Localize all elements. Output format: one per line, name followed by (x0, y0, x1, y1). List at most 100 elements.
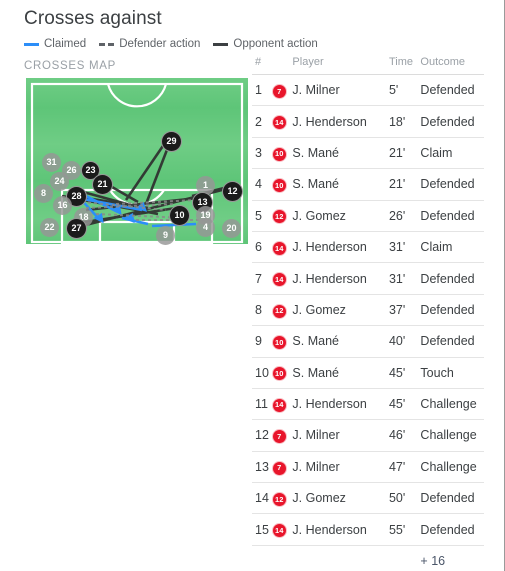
jersey-badge: 10 (272, 178, 286, 192)
pitch-marker[interactable]: 10 (169, 205, 190, 226)
crosses-map-label: CROSSES MAP (24, 60, 117, 72)
jersey-badge: 12 (272, 210, 286, 224)
cell-player: S. Mané (292, 137, 389, 170)
jersey-badge: 14 (272, 116, 286, 130)
jersey-badge: 10 (272, 335, 286, 349)
pitch-marker[interactable]: 16 (53, 196, 72, 215)
cell-number: 11 (252, 388, 273, 421)
column-header-number: # (252, 56, 273, 75)
cell-time: 26' (388, 200, 421, 232)
cell-jersey: 12 (272, 294, 293, 327)
table-row[interactable]: 8 12 J. Gomez 37' Defended (252, 294, 484, 327)
cell-player: J. Gomez (292, 200, 389, 232)
cell-outcome: Touch (420, 357, 484, 389)
cell-player: J. Gomez (292, 482, 389, 515)
jersey-badge: 14 (272, 273, 286, 287)
cell-jersey: 10 (272, 357, 293, 389)
table-row[interactable]: 15 14 J. Henderson 55' Defended (252, 513, 484, 546)
table-row[interactable]: 10 10 S. Mané 45' Touch (252, 357, 484, 389)
pitch-marker[interactable]: 8 (34, 184, 53, 203)
crosses-map[interactable]: 31 26 23 24 21 8 28 16 18 22 27 29 1 12 13 10 19 4 20 9 (26, 78, 248, 245)
cell-time: 21' (388, 137, 421, 170)
cell-time: 55' (388, 513, 421, 546)
column-header-player: Player (292, 56, 389, 75)
jersey-badge: 12 (272, 304, 286, 318)
cell-player: J. Henderson (292, 105, 389, 138)
cell-time: 50' (388, 482, 421, 515)
pitch-marker[interactable]: 31 (42, 153, 61, 172)
cell-outcome: Claim (420, 137, 484, 170)
pitch-marker[interactable]: 22 (40, 218, 59, 237)
cell-time: 47' (388, 451, 421, 484)
cell-time: 40' (388, 325, 421, 358)
cell-number: 2 (252, 105, 273, 138)
cell-outcome: Defended (420, 168, 484, 201)
cell-time: 21' (388, 168, 421, 201)
pitch-marker[interactable]: 24 (50, 172, 69, 191)
table-row[interactable]: 13 7 J. Milner 47' Challenge (252, 451, 484, 484)
cell-number: 6 (252, 231, 273, 264)
chart-legend: Claimed Defender action Opponent action (24, 38, 318, 50)
cell-jersey: 14 (272, 513, 293, 546)
page-title: Crosses against (24, 8, 162, 29)
table-row[interactable]: 2 14 J. Henderson 18' Defended (252, 105, 484, 138)
table-row[interactable]: 9 10 S. Mané 40' Defended (252, 325, 484, 358)
more-count-label[interactable]: + 16 (420, 545, 484, 571)
table-more-row[interactable]: + 16 (252, 545, 484, 571)
line-solid-blue-icon (24, 42, 39, 46)
cell-jersey: 14 (272, 231, 293, 264)
cell-time: 31' (388, 231, 421, 264)
cell-jersey: 10 (272, 168, 293, 201)
cell-time: 46' (388, 419, 421, 452)
cell-outcome: Defended (420, 74, 484, 107)
pitch-marker[interactable]: 27 (66, 218, 87, 239)
cell-jersey: 14 (272, 388, 293, 421)
jersey-badge: 14 (272, 241, 286, 255)
pitch-marker[interactable]: 21 (92, 174, 113, 195)
table-row[interactable]: 6 14 J. Henderson 31' Claim (252, 231, 484, 264)
pitch-marker[interactable]: 20 (222, 219, 241, 238)
cell-player: S. Mané (292, 168, 389, 201)
table-row[interactable]: 1 7 J. Milner 5' Defended (252, 74, 484, 107)
jersey-badge: 10 (272, 367, 286, 381)
cell-number: 4 (252, 168, 273, 201)
table-row[interactable]: 7 14 J. Henderson 31' Defended (252, 262, 484, 295)
cell-player: J. Milner (292, 74, 389, 107)
pitch-marker[interactable]: 4 (196, 218, 215, 237)
crosses-against-card: Crosses against Claimed Defender action … (0, 0, 505, 571)
cell-number: 8 (252, 294, 273, 327)
pitch-marker[interactable]: 9 (156, 226, 175, 245)
cell-time: 5' (388, 74, 421, 107)
jersey-badge: 7 (272, 84, 286, 98)
cell-jersey: 7 (272, 74, 293, 107)
table-row[interactable]: 5 12 J. Gomez 26' Defended (252, 200, 484, 232)
cell-number: 9 (252, 325, 273, 358)
cell-number: 12 (252, 419, 273, 452)
column-header-jersey (272, 56, 293, 75)
cell-outcome: Defended (420, 262, 484, 295)
table-row[interactable]: 3 10 S. Mané 21' Claim (252, 137, 484, 170)
table-header-row: # Player Time Outcome (252, 56, 484, 75)
table-row[interactable]: 4 10 S. Mané 21' Defended (252, 168, 484, 201)
cell-outcome: Defended (420, 482, 484, 515)
cell-jersey: 7 (272, 419, 293, 452)
legend-label-opponent-action: Opponent action (233, 38, 318, 50)
legend-item-defender-action: Defender action (99, 38, 200, 50)
pitch-marker[interactable]: 12 (222, 181, 243, 202)
cell-outcome: Defended (420, 105, 484, 138)
line-dashed-icon (99, 42, 115, 46)
cell-player: J. Henderson (292, 231, 389, 264)
legend-item-opponent-action: Opponent action (213, 38, 318, 50)
cell-jersey: 14 (272, 262, 293, 295)
cell-number: 13 (252, 451, 273, 484)
cell-empty-player (292, 545, 389, 571)
table-row[interactable]: 14 12 J. Gomez 50' Defended (252, 482, 484, 515)
legend-label-defender-action: Defender action (119, 38, 201, 50)
cell-empty-number (252, 545, 273, 571)
pitch-marker[interactable]: 29 (161, 131, 182, 152)
cell-number: 14 (252, 482, 273, 515)
cell-outcome: Defended (420, 513, 484, 546)
table-row[interactable]: 12 7 J. Milner 46' Challenge (252, 419, 484, 452)
cell-number: 15 (252, 513, 273, 546)
table-row[interactable]: 11 14 J. Henderson 45' Challenge (252, 388, 484, 421)
